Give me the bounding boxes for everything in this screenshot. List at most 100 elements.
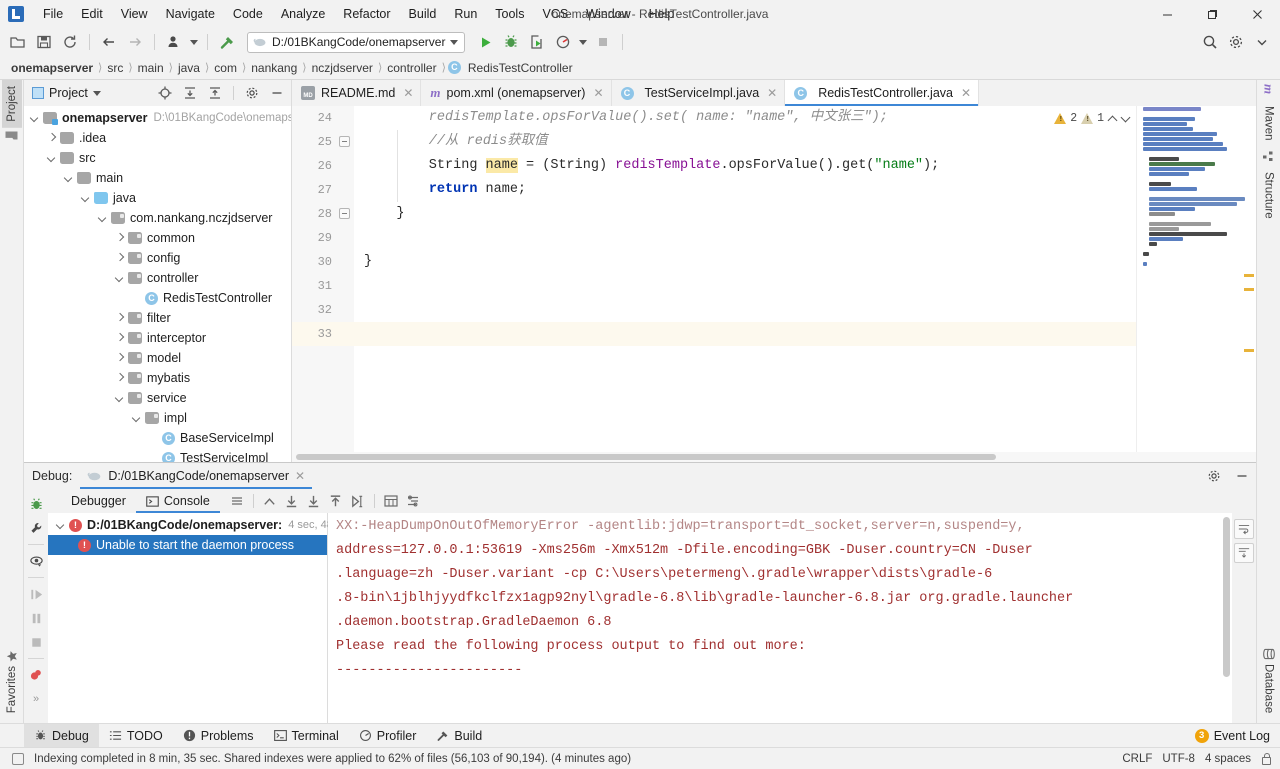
debug-tab-debugger[interactable]: Debugger — [56, 489, 136, 513]
run-to-cursor-icon[interactable] — [347, 491, 369, 511]
line-number-27[interactable]: 27 — [292, 178, 354, 202]
debug-bug-icon[interactable] — [25, 493, 47, 515]
chevron-down-icon[interactable] — [92, 90, 101, 96]
maven-icon[interactable]: m — [1257, 80, 1280, 100]
chevron-right-icon[interactable] — [115, 313, 126, 324]
run-icon[interactable] — [473, 31, 497, 53]
tool-window-button-todo[interactable]: TODO — [99, 724, 173, 748]
mute-breakpoints-icon[interactable] — [25, 664, 47, 686]
minimap-warning-marker[interactable] — [1244, 288, 1254, 291]
line-separator-indicator[interactable]: CRLF — [1122, 753, 1152, 765]
locate-icon[interactable] — [155, 83, 175, 103]
run-with-coverage-icon[interactable] — [525, 31, 549, 53]
tree-node-service[interactable]: service — [24, 388, 291, 408]
tool-window-button-project[interactable]: Project — [1, 80, 22, 128]
chevron-down-icon[interactable] — [30, 113, 41, 124]
event-log-button[interactable]: 3 Event Log — [1185, 724, 1280, 748]
indent-indicator[interactable]: 4 spaces — [1205, 753, 1251, 765]
tree-node--idea[interactable]: .idea — [24, 128, 291, 148]
tool-window-button-database[interactable]: Database — [1259, 642, 1279, 719]
minimize-button[interactable] — [1145, 0, 1190, 28]
tree-node-com-nankang-nczjdserver[interactable]: com.nankang.nczjdserver — [24, 208, 291, 228]
tree-node-interceptor[interactable]: interceptor — [24, 328, 291, 348]
tree-node-model[interactable]: model — [24, 348, 291, 368]
tool-window-button-terminal[interactable]: Terminal — [264, 724, 349, 748]
menu-view[interactable]: View — [112, 3, 157, 25]
tool-window-button-profiler[interactable]: Profiler — [349, 724, 427, 748]
vcs-user-icon[interactable] — [162, 31, 186, 53]
debug-tab-console[interactable]: Console — [135, 489, 220, 513]
menu-navigate[interactable]: Navigate — [157, 3, 224, 25]
menu-file[interactable]: File — [34, 3, 72, 25]
gear-icon[interactable] — [242, 83, 262, 103]
menu-icon[interactable] — [226, 491, 248, 511]
chevron-down-icon[interactable] — [47, 153, 58, 164]
editor-tab-pom[interactable]: m pom.xml (onemapserver) ✕ — [421, 80, 612, 106]
tree-node-main[interactable]: main — [24, 168, 291, 188]
line-number-32[interactable]: 32 — [292, 298, 354, 322]
line-number-31[interactable]: 31 — [292, 274, 354, 298]
console-scrollbar-thumb[interactable] — [1223, 517, 1230, 677]
resume-icon[interactable] — [25, 583, 47, 605]
settings-gear-icon[interactable] — [1224, 31, 1248, 53]
settings-icon[interactable] — [402, 491, 424, 511]
close-button[interactable] — [1235, 0, 1280, 28]
tree-node-java[interactable]: java — [24, 188, 291, 208]
close-tab-icon[interactable]: ✕ — [403, 86, 413, 100]
close-tab-icon[interactable]: ✕ — [593, 86, 603, 100]
chevron-down-icon[interactable] — [132, 413, 143, 424]
chevron-down-icon[interactable] — [450, 39, 459, 45]
debug-tree-row-error[interactable]: ! Unable to start the daemon process — [48, 535, 327, 555]
code-minimap[interactable] — [1136, 106, 1256, 452]
menu-edit[interactable]: Edit — [72, 3, 112, 25]
profile-icon[interactable] — [551, 31, 575, 53]
breadcrumb-item-class[interactable]: RedisTestController — [465, 61, 576, 75]
scrollbar-thumb[interactable] — [296, 454, 996, 460]
debug-session-tab[interactable]: D:/01BKangCode/onemapserver ✕ — [80, 463, 312, 489]
line-number-26[interactable]: 26 — [292, 154, 354, 178]
editor-tab-testserviceimpl[interactable]: C TestServiceImpl.java ✕ — [611, 80, 786, 106]
console-output[interactable]: XX:-HeapDumpOnOutOfMemoryError -agentlib… — [328, 513, 1232, 723]
project-tree[interactable]: onemapserver D:\01BKangCode\onemapserve .i… — [24, 106, 291, 462]
menu-run[interactable]: Run — [445, 3, 486, 25]
editor-tab-redistestcontroller[interactable]: C RedisTestController.java ✕ — [785, 80, 980, 106]
tool-window-button-build[interactable]: Build — [426, 724, 492, 748]
breadcrumb-item-main[interactable]: main — [135, 61, 167, 75]
menu-code[interactable]: Code — [224, 3, 272, 25]
tree-node-controller[interactable]: controller — [24, 268, 291, 288]
chevron-right-icon[interactable] — [47, 133, 58, 144]
editor-horizontal-scrollbar[interactable] — [292, 452, 1256, 462]
chevron-right-icon[interactable] — [115, 333, 126, 344]
breadcrumb-item-project[interactable]: onemapserver — [8, 61, 96, 75]
breadcrumb-item-controller[interactable]: controller — [384, 61, 439, 75]
breadcrumb-item-nczjdserver[interactable]: nczjdserver — [309, 61, 376, 75]
tree-node-common[interactable]: common — [24, 228, 291, 248]
minimap-warning-marker[interactable] — [1244, 274, 1254, 277]
tree-node-testserviceimpl[interactable]: C TestServiceImpl — [24, 448, 291, 462]
evaluate-icon[interactable] — [380, 491, 402, 511]
tool-window-button-debug[interactable]: Debug — [24, 723, 99, 748]
breadcrumb-item-java[interactable]: java — [175, 61, 203, 75]
line-number-gutter[interactable]: 24 25 26 27 28 29 30 31 32 33 — [292, 106, 354, 452]
chevron-down-icon[interactable] — [98, 213, 109, 224]
chevron-down-icon[interactable] — [56, 520, 67, 531]
editor-tab-readme[interactable]: MD README.md ✕ — [292, 80, 422, 106]
code-text-area[interactable]: redisTemplate.opsForValue().set( name: "… — [354, 106, 1136, 452]
expand-all-icon[interactable] — [180, 83, 200, 103]
stop-icon[interactable] — [25, 631, 47, 653]
menu-build[interactable]: Build — [400, 3, 446, 25]
project-folder-icon[interactable] — [1, 128, 22, 143]
save-all-icon[interactable] — [32, 31, 56, 53]
profile-dropdown-caret-icon[interactable] — [577, 31, 589, 53]
tree-node-src[interactable]: src — [24, 148, 291, 168]
menu-vcs[interactable]: VCS — [533, 3, 577, 25]
pause-icon[interactable] — [25, 607, 47, 629]
tree-node-config[interactable]: config — [24, 248, 291, 268]
wrench-icon[interactable] — [25, 517, 47, 539]
tree-node-filter[interactable]: filter — [24, 308, 291, 328]
collapse-all-icon[interactable] — [205, 83, 225, 103]
close-tab-icon[interactable]: ✕ — [961, 86, 971, 100]
breadcrumb-item-com[interactable]: com — [211, 61, 240, 75]
stop-icon[interactable] — [591, 31, 615, 53]
menu-help[interactable]: Help — [640, 3, 684, 25]
